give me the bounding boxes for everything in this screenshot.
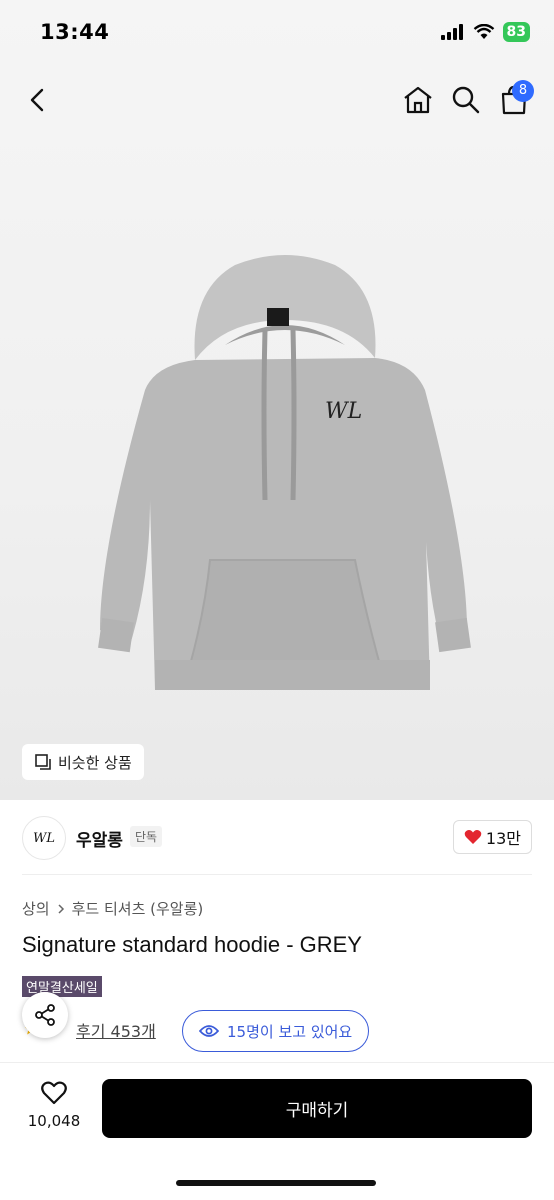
divider	[22, 874, 532, 875]
status-indicators: 83	[440, 22, 530, 42]
chevron-right-icon	[58, 903, 64, 914]
similar-products-label: 비슷한 상품	[58, 753, 132, 772]
share-button[interactable]	[22, 992, 68, 1038]
share-icon	[35, 1004, 55, 1026]
brand-logo-mark: WL	[33, 830, 55, 846]
status-time: 13:44	[40, 20, 110, 44]
wifi-icon	[473, 24, 494, 39]
back-icon[interactable]	[22, 84, 54, 116]
signal-icon	[440, 24, 463, 40]
product-image-hoodie: WL	[98, 255, 471, 690]
battery-indicator: 83	[502, 22, 530, 42]
breadcrumb-subcategory[interactable]: 후드 티셔츠 (우알롱)	[72, 898, 204, 919]
brand-name[interactable]: 우알롱	[76, 826, 123, 851]
home-icon[interactable]	[402, 84, 434, 116]
heart-filled-icon	[464, 830, 482, 844]
heart-outline-icon	[41, 1081, 67, 1105]
brand-like-count: 13만	[485, 829, 521, 848]
wishlist-count: 10,048	[27, 1112, 81, 1130]
similar-icon	[35, 754, 51, 770]
brand-logo[interactable]: WL	[22, 816, 66, 860]
brand-like-button[interactable]: 13만	[452, 820, 532, 854]
breadcrumb-category[interactable]: 상의	[22, 898, 50, 919]
reviews-link[interactable]: 후기 453개	[76, 1018, 156, 1042]
product-title: Signature standard hoodie - GREY	[22, 932, 362, 957]
similar-products-button[interactable]: 비슷한 상품	[22, 744, 144, 780]
search-icon[interactable]	[450, 84, 482, 116]
wishlist-button[interactable]: 10,048	[22, 1080, 86, 1130]
eye-icon	[199, 1025, 219, 1037]
home-indicator	[176, 1180, 376, 1186]
bottom-bar-divider	[0, 1062, 554, 1063]
exclusive-tag: 단독	[130, 826, 163, 847]
buy-button[interactable]: 구매하기	[102, 1079, 532, 1138]
viewers-pill[interactable]: 15명이 보고 있어요	[182, 1010, 370, 1052]
viewers-label: 15명이 보고 있어요	[227, 1022, 353, 1041]
breadcrumb: 상의 후드 티셔츠 (우알롱)	[22, 898, 203, 919]
cart-count-badge: 8	[512, 80, 534, 102]
chest-logo: WL	[325, 399, 362, 424]
